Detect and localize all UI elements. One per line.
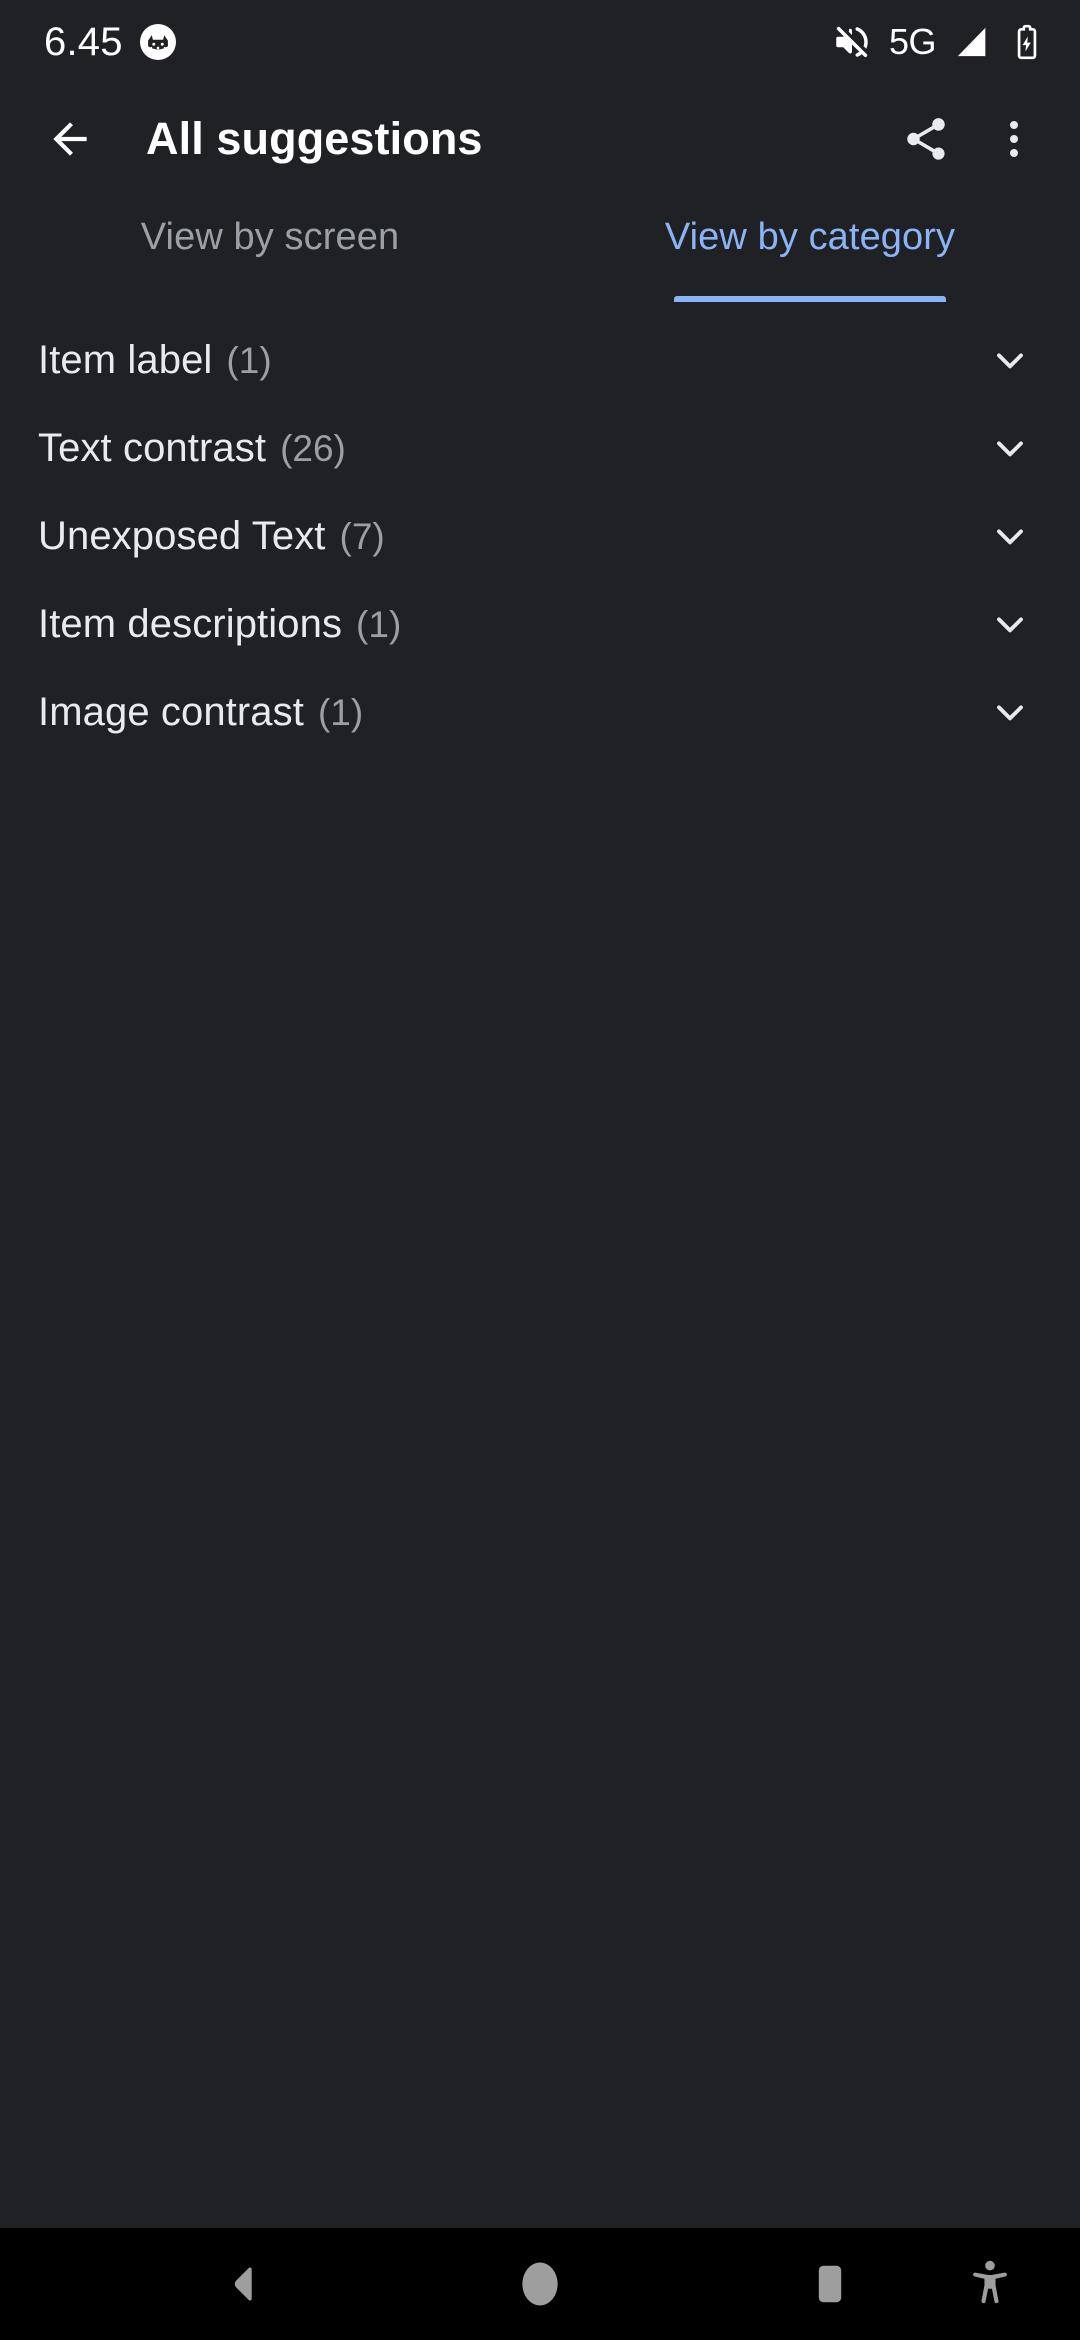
list-item[interactable]: Item descriptions (1) (0, 580, 1080, 668)
list-item[interactable]: Text contrast (26) (0, 404, 1080, 492)
chevron-down-icon[interactable] (984, 422, 1036, 474)
list-item-label: Item label (38, 337, 213, 382)
status-clock: 6.45 (44, 20, 123, 64)
tab-label: View by category (664, 216, 956, 258)
list-item-text: Item label (1) (38, 338, 984, 383)
list-item[interactable]: Item label (1) (0, 316, 1080, 404)
page-title: All suggestions (146, 113, 483, 164)
nav-back-icon (234, 2267, 252, 2301)
list-item-count: (7) (339, 515, 385, 557)
nav-accessibility-button[interactable] (935, 2228, 1045, 2340)
tab-view-by-screen[interactable]: View by screen (0, 194, 540, 302)
app-notification-icon (139, 24, 176, 60)
signal-icon (952, 22, 992, 62)
list-item[interactable]: Unexposed Text (7) (0, 492, 1080, 580)
nav-recents-icon (818, 2265, 842, 2303)
chevron-down-icon[interactable] (984, 598, 1036, 650)
back-button[interactable] (34, 103, 106, 175)
more-vert-icon (1010, 121, 1018, 157)
tab-active-indicator (674, 296, 946, 302)
nav-recents-button[interactable] (775, 2228, 885, 2340)
back-arrow-icon (53, 122, 87, 156)
list-item[interactable]: Image contrast (1) (0, 668, 1080, 756)
list-item-count: (1) (356, 603, 402, 645)
tab-view-by-category[interactable]: View by category (540, 194, 1080, 302)
share-button[interactable] (890, 103, 962, 175)
list-item-label: Unexposed Text (38, 513, 326, 558)
list-item-label: Text contrast (38, 425, 267, 470)
battery-charging-icon (1008, 23, 1046, 61)
list-item-text: Text contrast (26) (38, 426, 984, 471)
phone-screen: 6.45 5G All suggestions View by screen V… (0, 0, 1080, 2340)
chevron-down-icon[interactable] (984, 334, 1036, 386)
nav-accessibility-icon (973, 2260, 1007, 2304)
list-item-count: (26) (280, 427, 346, 469)
status-bar-right: 5G (831, 21, 1046, 63)
network-type-label: 5G (888, 21, 937, 62)
list-item-count: (1) (226, 339, 272, 381)
list-item-text: Image contrast (1) (38, 690, 984, 735)
volume-off-icon (831, 21, 873, 63)
chevron-down-icon[interactable] (984, 510, 1036, 562)
app-bar-actions (890, 103, 1050, 175)
chevron-down-icon[interactable] (984, 686, 1036, 738)
list-item-text: Item descriptions (1) (38, 602, 984, 647)
nav-home-icon (522, 2262, 558, 2306)
category-list: Item label (1) Text contrast (26) Unexpo… (0, 302, 1080, 2228)
system-navigation-bar (0, 2228, 1080, 2340)
tab-label: View by screen (140, 216, 400, 258)
app-bar: All suggestions (0, 84, 1080, 194)
list-item-text: Unexposed Text (7) (38, 514, 984, 559)
tab-bar: View by screen View by category (0, 194, 1080, 302)
share-icon (907, 118, 945, 160)
status-bar: 6.45 5G (0, 0, 1080, 84)
nav-home-button[interactable] (485, 2228, 595, 2340)
list-item-label: Image contrast (38, 689, 304, 734)
status-bar-left: 6.45 (44, 22, 176, 62)
list-item-count: (1) (317, 691, 364, 733)
nav-back-button[interactable] (190, 2228, 300, 2340)
overflow-menu-button[interactable] (978, 103, 1050, 175)
list-item-label: Item descriptions (38, 601, 343, 646)
